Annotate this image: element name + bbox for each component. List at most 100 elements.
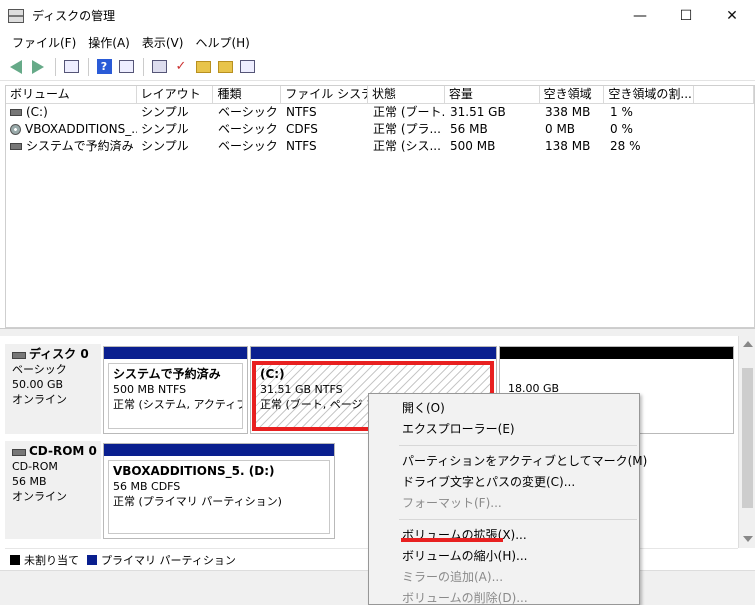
cd-icon [10, 124, 21, 135]
status-cell: 正常 (ブート... [373, 105, 446, 119]
legend-primary: プライマリ パーティション [101, 553, 236, 567]
properties-icon[interactable] [237, 57, 257, 77]
disk-type: ベーシック [12, 363, 67, 376]
scroll-down-icon[interactable] [743, 536, 753, 542]
volume-list-header: ボリューム レイアウト 種類 ファイル システム 状態 容量 空き領域 空き領域… [6, 86, 755, 104]
disk-icon [12, 351, 26, 359]
unallocated-swatch [10, 554, 20, 565]
maximize-button[interactable]: ☐ [663, 0, 709, 31]
volume-name: VBOXADDITIONS_... [25, 122, 137, 136]
volume-list[interactable]: ボリューム レイアウト 種類 ファイル システム 状態 容量 空き領域 空き領域… [5, 85, 755, 328]
filesystem-cell: NTFS [286, 139, 317, 153]
show-pane-icon[interactable] [116, 57, 136, 77]
column-type[interactable]: 種類 [213, 86, 282, 104]
type-cell: ベーシック [218, 105, 278, 119]
pane-splitter[interactable] [0, 328, 755, 336]
disk-status: オンライン [12, 490, 67, 503]
scroll-thumb[interactable] [742, 368, 753, 508]
menu-separator [399, 519, 637, 520]
cdrom-0-label[interactable]: CD-ROM 0 CD-ROM 56 MB オンライン [5, 441, 101, 539]
table-row[interactable]: VBOXADDITIONS_... シンプル ベーシック CDFS 正常 (プラ… [6, 121, 754, 138]
menu-item-explorer[interactable]: エクスプローラー(E) [369, 419, 639, 440]
cd-drive-icon [12, 448, 26, 456]
menu-item-mark-active[interactable]: パーティションをアクティブとしてマーク(M) [369, 451, 647, 472]
toolbar: ? ✓ [0, 53, 755, 81]
disk-size: 56 MB [12, 475, 47, 488]
toolbar-separator [88, 57, 89, 76]
disk-name: CD-ROM 0 [29, 444, 97, 458]
partition-size: 56 MB CDFS [113, 480, 181, 493]
menu-help[interactable]: ヘルプ(H) [189, 32, 255, 53]
check-icon[interactable]: ✓ [171, 57, 191, 77]
disk-type: CD-ROM [12, 460, 58, 473]
window-title: ディスクの管理 [32, 9, 116, 23]
type-cell: ベーシック [218, 139, 278, 153]
status-cell: 正常 (プラ... [373, 122, 441, 136]
menu-item-change-drive-letter[interactable]: ドライブ文字とパスの変更(C)... [369, 472, 639, 493]
layout-cell: シンプル [141, 105, 189, 119]
unallocated-bar [500, 347, 733, 359]
column-filesystem[interactable]: ファイル システム [281, 86, 369, 104]
capacity-cell: 31.51 GB [450, 105, 506, 119]
red-underline [401, 538, 503, 542]
menu-item-open[interactable]: 開く(O) [369, 398, 639, 419]
column-capacity[interactable]: 容量 [445, 86, 540, 104]
column-status[interactable]: 状態 [368, 86, 445, 104]
primary-partition-bar [104, 444, 334, 456]
menu-bar: ファイル(F) 操作(A) 表示(V) ヘルプ(H) [0, 31, 755, 53]
forward-arrow-icon[interactable] [28, 57, 48, 77]
partition-name: システムで予約済み [113, 367, 221, 381]
free-percent-cell: 28 % [610, 139, 641, 153]
partition-status: 正常 (プライマリ パーティション) [113, 495, 282, 508]
context-menu: 開く(O) エクスプローラー(E) パーティションをアクティブとしてマーク(M)… [368, 393, 647, 605]
toolbar-separator [55, 57, 56, 76]
capacity-cell: 56 MB [450, 122, 488, 136]
menu-action[interactable]: 操作(A) [82, 32, 136, 53]
drive-icon [10, 143, 22, 150]
volume-name: (C:) [26, 105, 48, 119]
column-free-percent[interactable]: 空き領域の割... [604, 86, 695, 104]
console-tree-icon[interactable] [61, 57, 81, 77]
help-icon[interactable]: ? [94, 57, 114, 77]
menu-separator [399, 445, 637, 446]
partition-name: VBOXADDITIONS_5. (D:) [113, 464, 275, 478]
vertical-scrollbar[interactable] [738, 336, 755, 548]
capacity-cell: 500 MB [450, 139, 496, 153]
menu-item-shrink-volume[interactable]: ボリュームの縮小(H)... [369, 546, 639, 567]
drive-icon [10, 109, 22, 116]
column-volume[interactable]: ボリューム [6, 86, 137, 104]
table-row[interactable]: システムで予約済み シンプル ベーシック NTFS 正常 (シス... 500 … [6, 138, 754, 155]
partition-size: 500 MB NTFS [113, 383, 187, 396]
connect-disk-icon[interactable] [149, 57, 169, 77]
table-row[interactable]: (C:) シンプル ベーシック NTFS 正常 (ブート... 31.51 GB… [6, 104, 754, 121]
partition-status: 正常 (システム, アクティブ, プ [113, 398, 242, 411]
toolbar-separator [143, 57, 144, 76]
menu-item-extend-volume[interactable]: ボリュームの拡張(X)... [369, 525, 639, 546]
free-space-cell: 138 MB [545, 139, 591, 153]
primary-partition-bar [251, 347, 496, 359]
back-arrow-icon[interactable] [6, 57, 26, 77]
filesystem-cell: CDFS [286, 122, 318, 136]
filesystem-cell: NTFS [286, 105, 317, 119]
disk-status: オンライン [12, 393, 67, 406]
disk-0-label[interactable]: ディスク 0 ベーシック 50.00 GB オンライン [5, 344, 101, 434]
partition-cdrom[interactable]: VBOXADDITIONS_5. (D:) 56 MB CDFS 正常 (プライ… [103, 443, 335, 539]
type-cell: ベーシック [218, 122, 278, 136]
scroll-up-icon[interactable] [743, 341, 753, 347]
menu-item-format: フォーマット(F)... [402, 496, 502, 510]
menu-file[interactable]: ファイル(F) [6, 32, 82, 53]
disk-management-icon [8, 8, 24, 23]
folder-up-icon[interactable] [193, 57, 213, 77]
disk-size: 50.00 GB [12, 378, 64, 391]
column-free-space[interactable]: 空き領域 [540, 86, 605, 104]
partition-system-reserved[interactable]: システムで予約済み 500 MB NTFS 正常 (システム, アクティブ, プ [103, 346, 248, 434]
disk-name: ディスク 0 [29, 347, 89, 361]
folder-search-icon[interactable] [215, 57, 235, 77]
minimize-button[interactable]: — [617, 0, 663, 31]
layout-cell: シンプル [141, 139, 189, 153]
primary-partition-bar [104, 347, 247, 359]
close-button[interactable]: ✕ [709, 0, 755, 31]
menu-view[interactable]: 表示(V) [136, 32, 190, 53]
free-percent-cell: 1 % [610, 105, 633, 119]
column-layout[interactable]: レイアウト [137, 86, 214, 104]
